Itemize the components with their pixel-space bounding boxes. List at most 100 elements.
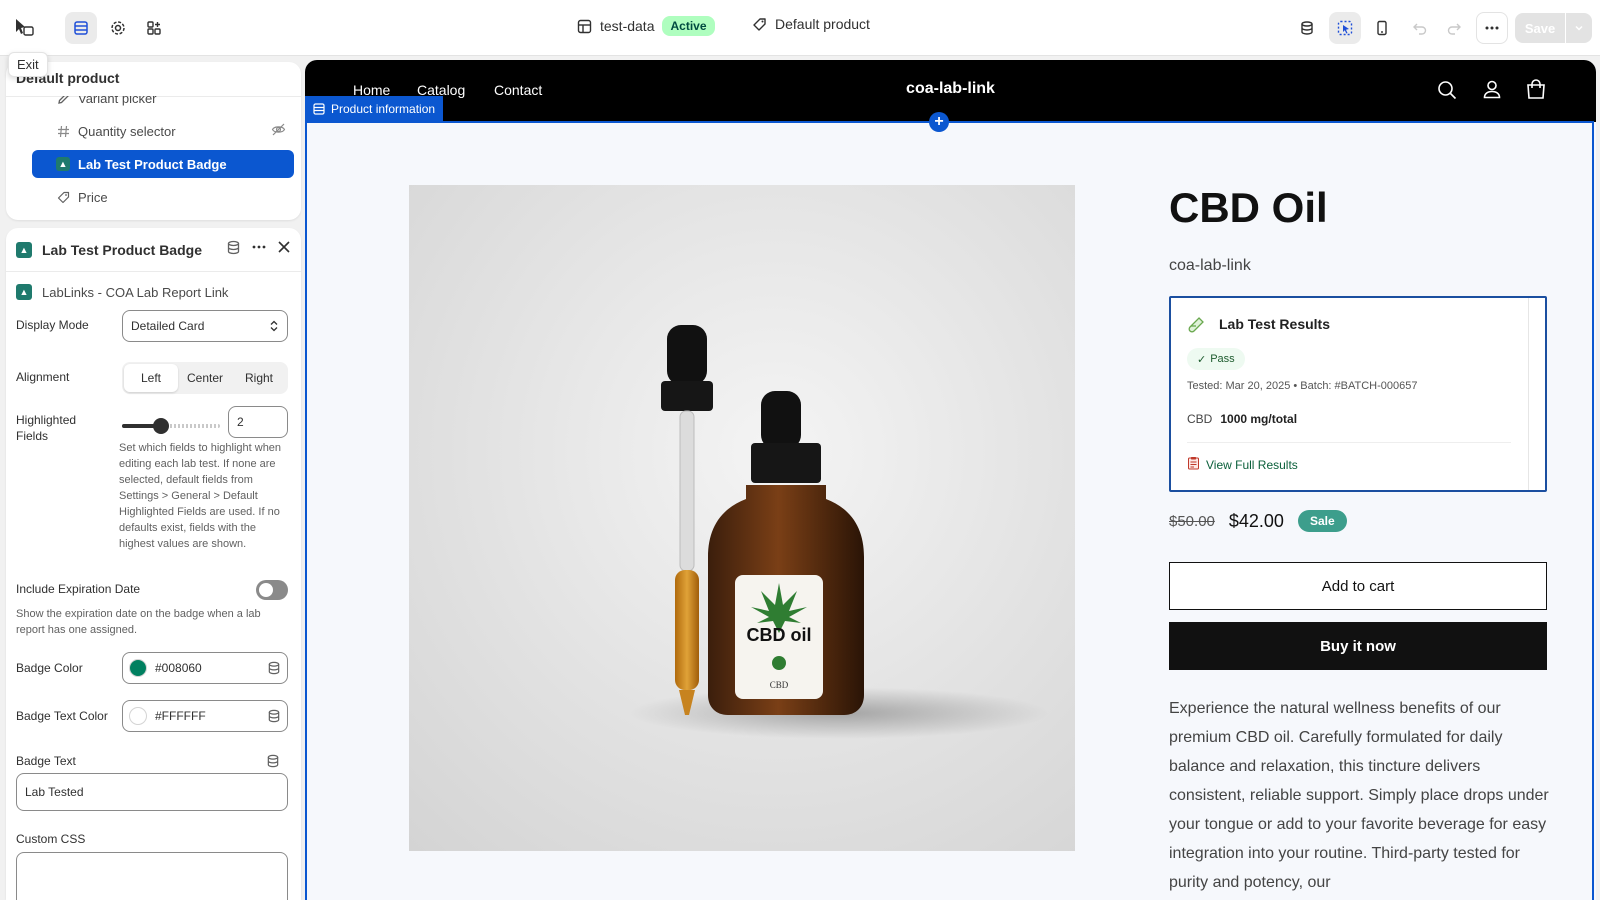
database-icon[interactable]: [267, 661, 281, 675]
database-icon: [1301, 21, 1313, 35]
badge-text-color-swatch[interactable]: [129, 707, 147, 725]
save-button[interactable]: Save: [1515, 13, 1565, 43]
product-description: Experience the natural wellness benefits…: [1169, 700, 1549, 891]
more-actions-button[interactable]: [1476, 12, 1508, 44]
highlighted-fields-slider[interactable]: [122, 418, 220, 434]
alignment-segmented-control: Left Center Right: [122, 362, 288, 394]
theme-selector[interactable]: test-data Active: [577, 16, 715, 36]
tree-item-label: Lab Test Product Badge: [78, 156, 227, 172]
highlighted-fields-input[interactable]: 2: [228, 406, 288, 438]
tree-item-label: Quantity selector: [78, 123, 176, 139]
badge-text-label: Badge Text: [16, 754, 76, 768]
alignment-left-option[interactable]: Left: [124, 364, 178, 392]
search-icon[interactable]: [1437, 80, 1457, 105]
database-icon[interactable]: [267, 709, 281, 723]
bottle-label-text: CBD oil: [747, 625, 812, 645]
tree-item-quantity-selector[interactable]: Quantity selector: [32, 117, 294, 145]
theme-name: test-data: [600, 18, 655, 34]
close-icon[interactable]: [277, 240, 291, 259]
product-title: CBD Oil: [1169, 184, 1328, 231]
tree-item-variant-picker[interactable]: Variant picker: [32, 96, 294, 112]
product-photo: CBD oil CBD: [629, 325, 1049, 739]
check-icon: ✓: [1197, 353, 1207, 366]
template-selector[interactable]: Default product: [752, 16, 870, 32]
sections-icon: [74, 21, 88, 35]
view-full-results-link[interactable]: View Full Results: [1187, 456, 1298, 473]
exit-button[interactable]: [8, 12, 40, 44]
eye-off-icon[interactable]: [271, 122, 286, 140]
inspector-toggle[interactable]: [1291, 12, 1323, 44]
section-icon: [313, 103, 325, 115]
alignment-center-option[interactable]: Center: [178, 364, 232, 392]
badge-color-value: #008060: [155, 661, 202, 675]
custom-css-label: Custom CSS: [16, 832, 86, 846]
display-mode-label: Display Mode: [16, 318, 89, 332]
store-brand[interactable]: coa-lab-link: [305, 80, 1596, 98]
chevron-down-icon: [1575, 25, 1583, 31]
expiration-toggle[interactable]: [256, 580, 288, 600]
pass-label: Pass: [1210, 353, 1235, 365]
section-tag[interactable]: Product information: [305, 96, 444, 122]
select-tool-button[interactable]: [1329, 12, 1361, 44]
database-icon[interactable]: [226, 240, 241, 260]
sale-badge: Sale: [1297, 510, 1347, 532]
section-tree-panel: Default product Variant picker Quantity …: [6, 62, 301, 220]
highlighted-fields-help: Set which fields to highlight when editi…: [119, 442, 282, 550]
tree-item-label: Price: [78, 189, 108, 205]
card-inner-border: [1528, 298, 1529, 490]
store-header: Home Catalog Contact coa-lab-link: [305, 60, 1596, 122]
display-mode-value: Detailed Card: [131, 319, 205, 333]
pass-badge: ✓ Pass: [1187, 348, 1245, 370]
device-preview-button[interactable]: [1366, 12, 1398, 44]
badge-color-label: Badge Color: [16, 661, 83, 675]
lab-card-title: Lab Test Results: [1219, 316, 1330, 332]
lab-card-cannabinoid: CBD 1000 mg/total: [1187, 412, 1297, 426]
undo-icon: [1413, 23, 1427, 35]
custom-css-textarea[interactable]: [16, 852, 288, 900]
expiration-label: Include Expiration Date: [16, 582, 141, 596]
save-options-button[interactable]: [1566, 13, 1592, 43]
add-to-cart-button[interactable]: Add to cart: [1169, 562, 1547, 610]
tree-item-price[interactable]: Price: [32, 183, 294, 211]
divider: [1187, 442, 1511, 443]
cart-icon[interactable]: [1525, 79, 1547, 106]
tree-item-lab-test-badge[interactable]: ▲ Lab Test Product Badge: [32, 150, 294, 178]
mobile-icon: [1377, 20, 1387, 36]
lab-test-badge-card[interactable]: Lab Test Results ✓ Pass Tested: Mar 20, …: [1169, 296, 1547, 492]
badge-color-swatch[interactable]: [129, 659, 147, 677]
undo-button[interactable]: [1404, 12, 1436, 44]
test-tube-icon: [1187, 316, 1205, 339]
more-options-icon[interactable]: [251, 239, 267, 260]
lablinks-app-icon: ▲: [56, 157, 70, 171]
database-icon[interactable]: [266, 754, 280, 768]
hash-icon: [56, 124, 70, 138]
account-icon[interactable]: [1482, 79, 1502, 104]
redo-button[interactable]: [1438, 12, 1470, 44]
highlighted-fields-label: Highlighted Fields: [16, 413, 77, 443]
cannabinoid-label: CBD: [1187, 412, 1213, 426]
product-image[interactable]: CBD oil CBD: [409, 185, 1075, 851]
alignment-right-option[interactable]: Right: [232, 364, 286, 392]
section-tag-label: Product information: [331, 102, 436, 116]
buy-it-now-button[interactable]: Buy it now: [1169, 622, 1547, 670]
sections-button[interactable]: [65, 12, 97, 44]
theme-settings-button[interactable]: [102, 12, 134, 44]
tag-icon: [753, 17, 766, 31]
exit-icon: [16, 19, 34, 36]
block-settings-header: ▲ Lab Test Product Badge: [6, 228, 301, 272]
badge-color-input[interactable]: #008060: [122, 652, 288, 684]
redo-icon: [1447, 23, 1461, 35]
badge-text-color-input[interactable]: #FFFFFF: [122, 700, 288, 732]
app-embeds-button[interactable]: [138, 12, 170, 44]
cursor-select-icon: [1337, 20, 1353, 36]
view-full-results-label: View Full Results: [1206, 457, 1298, 472]
badge-text-input[interactable]: Lab Tested: [16, 773, 288, 811]
slider-thumb[interactable]: [153, 418, 170, 434]
add-section-button[interactable]: +: [929, 112, 949, 132]
editor-topbar: Exit test-data Active Default product Sa…: [0, 0, 1600, 77]
theme-status-badge: Active: [662, 16, 715, 36]
price-tag-icon: [56, 190, 70, 204]
display-mode-select[interactable]: Detailed Card: [122, 310, 288, 342]
clipboard-icon: [1187, 456, 1200, 473]
price-row: $50.00 $42.00 Sale: [1169, 510, 1347, 532]
